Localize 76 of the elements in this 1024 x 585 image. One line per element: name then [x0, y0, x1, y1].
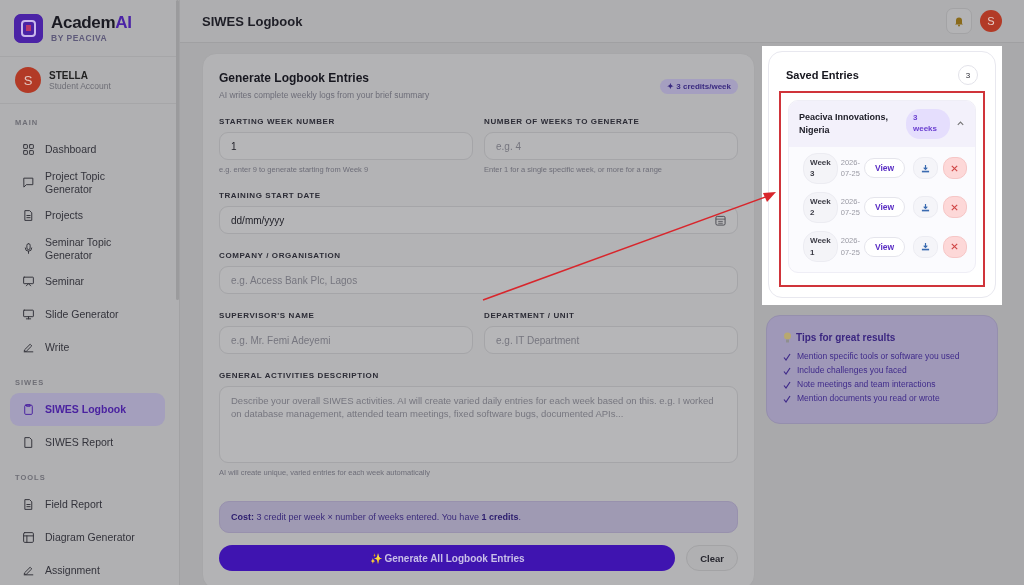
close-icon: [950, 202, 960, 212]
user-avatar: S: [15, 67, 41, 93]
week-badge: Week 1: [803, 230, 838, 263]
download-icon: [920, 242, 930, 252]
view-button[interactable]: View: [863, 236, 906, 257]
sidebar-item[interactable]: Projects: [10, 199, 165, 232]
sidebar-item[interactable]: Project Topic Generator: [10, 166, 165, 199]
input-field[interactable]: 1: [219, 132, 473, 160]
download-icon: [920, 163, 930, 173]
view-button[interactable]: View: [863, 158, 906, 179]
download-icon: [920, 202, 930, 212]
user-role: Student Account: [49, 80, 111, 91]
week-badge: Week 3: [803, 152, 838, 184]
field-label: STARTING WEEK NUMBER: [219, 117, 336, 126]
tip-text: Include challenges you faced: [797, 364, 907, 378]
sidebar-item[interactable]: Seminar Topic Generator: [10, 232, 165, 265]
sidebar-item[interactable]: Assignment: [10, 554, 165, 585]
pencil-icon: [22, 564, 35, 577]
generate-button[interactable]: ✨ Generate All Logbook Entries: [219, 545, 676, 571]
tip-text: Mention specific tools or software you used: [797, 350, 960, 364]
user-name: STELLA: [49, 69, 89, 81]
microphone-icon: [22, 242, 35, 255]
sidebar-item[interactable]: Dashboard: [10, 133, 165, 166]
document-icon: [22, 209, 35, 222]
sidebar-item[interactable]: SIWES Report: [10, 426, 165, 459]
pencil-icon: [22, 341, 35, 354]
tips-title: Tips for great results: [796, 332, 896, 344]
page-title: SIWES Logbook: [202, 13, 304, 29]
notification-button[interactable]: [946, 8, 972, 34]
download-button[interactable]: [913, 157, 938, 180]
file-icon: [22, 436, 35, 449]
cost-note: Cost: 3 credit per week × number of weeks entered. You have 1 credits.: [219, 501, 738, 533]
close-icon: [950, 242, 960, 252]
clear-button[interactable]: Clear: [686, 545, 738, 571]
credits-badge: ✦ 3 credits/week: [660, 79, 738, 94]
tip-text: Mention documents you read or wrote: [797, 392, 940, 406]
user-avatar[interactable]: S: [980, 10, 1002, 32]
sidebar-item[interactable]: Slide Generator: [10, 298, 165, 331]
weeks-badge: 3 weeks: [906, 109, 950, 139]
brand-name: AcademAI: [51, 13, 132, 31]
view-button[interactable]: View: [863, 197, 906, 218]
sidebar-item[interactable]: SIWES Logbook: [10, 393, 165, 426]
group-header[interactable]: Peaciva Innovations, Nigeria 3 weeks: [789, 101, 975, 147]
week-badge: Week 2: [803, 191, 838, 223]
delete-button[interactable]: [942, 157, 967, 180]
download-button[interactable]: [913, 235, 938, 258]
clipboard-icon: [22, 403, 35, 416]
speech-bubble-icon: [22, 176, 35, 189]
download-button[interactable]: [913, 196, 938, 219]
field-label: NUMBER OF WEEKS TO GENERATE: [484, 117, 641, 126]
delete-button[interactable]: [942, 196, 967, 219]
document-icon: [22, 498, 35, 511]
date-field[interactable]: dd/mm/yyyy: [219, 206, 738, 234]
sidebar-item[interactable]: Write: [10, 331, 165, 364]
field-label: COMPANY / ORGANISATION: [219, 251, 342, 260]
brand-tagline: BY PEACIVA: [51, 32, 109, 43]
sidebar-item[interactable]: Field Report: [10, 488, 165, 521]
sidebar-item[interactable]: Seminar: [10, 265, 165, 298]
sidebar-item[interactable]: Diagram Generator: [10, 521, 165, 554]
logo-icon: [14, 13, 43, 43]
grid-icon: [22, 143, 35, 156]
lightbulb-icon: [783, 332, 792, 344]
monitor-icon: [22, 308, 35, 321]
delete-button[interactable]: [942, 235, 967, 258]
card-title: Generate Logbook Entries: [219, 71, 371, 85]
presentation-icon: [22, 275, 35, 288]
calendar-icon[interactable]: [715, 214, 726, 226]
layout-icon: [22, 531, 35, 544]
field-label: TRAINING START DATE: [219, 191, 322, 200]
bell-icon: [953, 15, 965, 27]
card-title: Saved Entries: [786, 69, 859, 81]
field-label: GENERAL ACTIVITIES DESCRIPTION: [219, 371, 380, 380]
tip-text: Note meetings and team interactions: [797, 378, 936, 392]
close-icon: [950, 163, 960, 173]
field-label: SUPERVISOR'S NAME: [219, 311, 316, 320]
field-label: DEPARTMENT / UNIT: [484, 311, 576, 320]
